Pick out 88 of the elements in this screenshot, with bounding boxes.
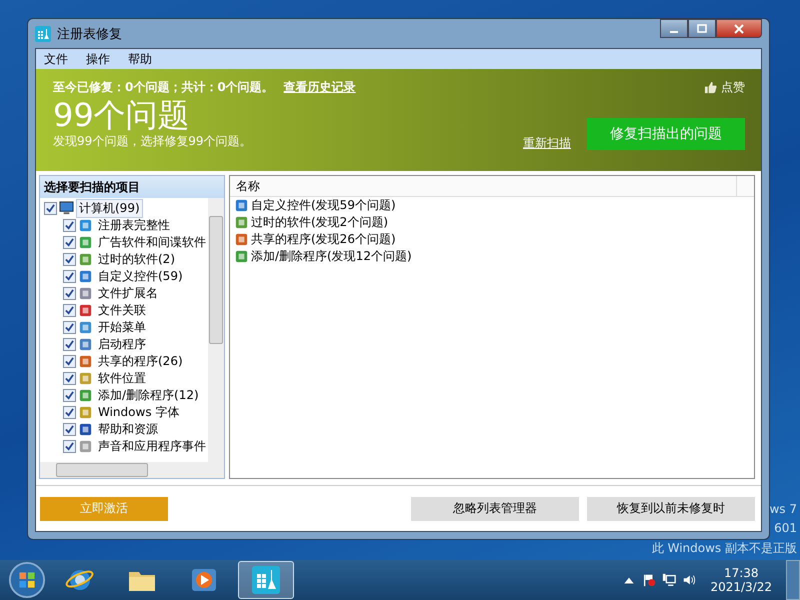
tree-item[interactable]: 软件位置 [95,369,149,388]
category-icon [78,252,93,267]
category-icon [234,215,249,230]
computer-icon [59,201,74,216]
result-item[interactable]: 自定义控件(发现59个问题) [251,197,396,214]
app-icon [35,26,51,42]
tree-item[interactable]: 文件关联 [95,301,149,320]
tree-item[interactable]: 注册表完整性 [95,216,173,235]
header-background [737,176,754,196]
speaker-icon[interactable] [682,573,696,587]
like-link[interactable]: 点赞 [721,79,745,96]
checkbox[interactable] [63,287,76,300]
checkbox[interactable] [63,372,76,385]
category-icon [78,439,93,454]
checkbox[interactable] [44,202,57,215]
checkbox[interactable] [63,219,76,232]
checkbox[interactable] [63,321,76,334]
category-icon [78,354,93,369]
taskbar-button[interactable] [238,561,294,599]
checkbox[interactable] [63,440,76,453]
flag-icon[interactable] [642,573,656,587]
menu-item[interactable]: 操作 [78,50,120,68]
minimize-button[interactable] [660,19,688,38]
desktop-watermark-text: 此 Windows 副本不是正版 [652,540,797,557]
category-icon [234,198,249,213]
checkbox[interactable] [63,355,76,368]
desktop-watermark-text: ws 7 [769,502,797,516]
network-icon[interactable] [662,573,676,587]
tree-item[interactable]: 启动程序 [95,335,149,354]
checkbox[interactable] [63,236,76,249]
menu-item[interactable]: 文件 [36,50,78,68]
issue-count-headline: 99个问题 [53,96,190,134]
footer-button[interactable]: 忽略列表管理器 [411,496,579,520]
checkbox[interactable] [63,304,76,317]
checkbox[interactable] [63,270,76,283]
checkbox[interactable] [63,253,76,266]
category-icon [234,249,249,264]
thumbs-up-icon [704,81,717,94]
panel-title: 选择要扫描的项目 [40,176,224,198]
tree-item[interactable]: 添加/删除程序(12) [95,386,202,405]
checkbox[interactable] [63,423,76,436]
category-icon [78,371,93,386]
tree-item[interactable]: 声音和应用程序事件 [95,437,208,456]
close-icon [734,24,744,34]
summary-text: 发现99个问题，选择修复99个问题。 [53,133,252,150]
desktop-watermark-text: 601 [774,521,797,535]
footer-button[interactable]: 恢复到以前未修复时 [587,496,755,520]
menu-item[interactable]: 帮助 [120,50,162,68]
category-icon [234,232,249,247]
category-icon [78,337,93,352]
minimize-icon [670,30,678,32]
close-button[interactable] [716,19,762,38]
result-item[interactable]: 过时的软件(发现2个问题) [251,214,388,231]
start-button[interactable] [8,561,46,599]
column-header[interactable]: 名称 [230,176,737,196]
stats-text: 至今已修复：0个问题；共计：0个问题。 [53,79,274,96]
tree-item[interactable]: 文件扩展名 [95,284,161,303]
app-icon [251,565,281,595]
clock-date: 2021/3/22 [710,580,772,594]
tree-item[interactable]: 过时的软件(2) [95,250,178,269]
tree-item[interactable]: 计算机(99) [76,199,143,218]
window-title: 注册表修复 [57,26,122,42]
vertical-scrollbar[interactable] [208,198,224,462]
category-icon [78,303,93,318]
tree-item[interactable]: 自定义控件(59) [95,267,186,286]
category-icon [78,405,93,420]
tree-item[interactable]: 开始菜单 [95,318,149,337]
category-icon [78,269,93,284]
checkbox[interactable] [63,406,76,419]
rescan-link[interactable]: 重新扫描 [523,135,571,152]
category-icon [78,422,93,437]
maximize-icon [697,24,707,34]
tree-item[interactable]: 共享的程序(26) [95,352,186,371]
category-icon [78,388,93,403]
tree-item[interactable]: Windows 字体 [95,403,182,422]
checkbox[interactable] [63,389,76,402]
horizontal-scrollbar[interactable] [40,462,224,478]
result-item[interactable]: 添加/删除程序(发现12个问题) [251,248,412,265]
tree-item[interactable]: 帮助和资源 [95,420,161,439]
category-icon [78,286,93,301]
checkbox[interactable] [63,338,76,351]
category-icon [78,218,93,233]
category-icon [78,235,93,250]
clock-time: 17:38 [724,566,759,580]
result-item[interactable]: 共享的程序(发现26个问题) [251,231,396,248]
category-icon [78,320,93,335]
tree-item[interactable]: 广告软件和间谍软件 [95,233,208,252]
maximize-button[interactable] [688,19,716,38]
